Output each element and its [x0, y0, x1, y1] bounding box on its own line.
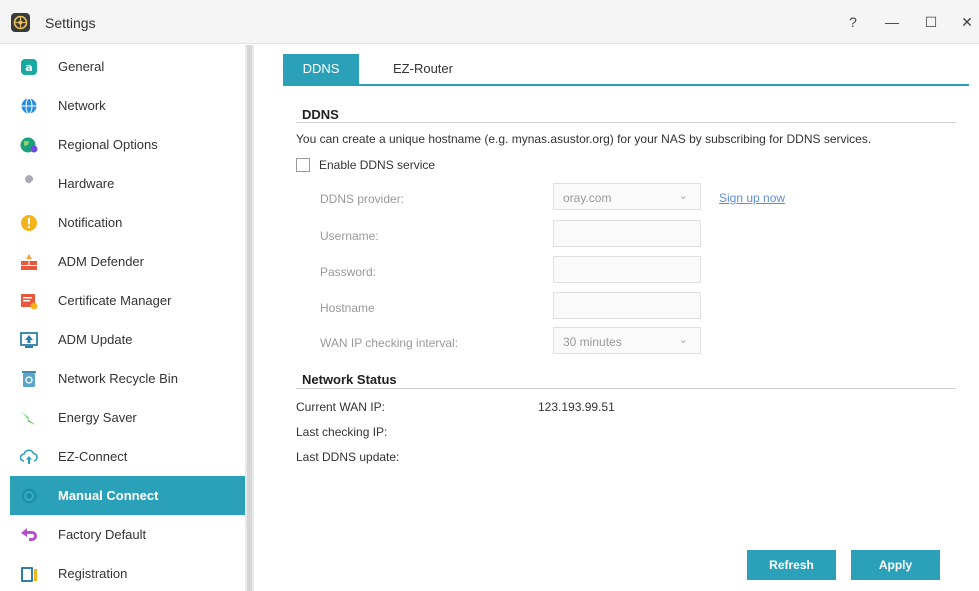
apply-button[interactable]: Apply [851, 550, 940, 580]
sidebar-item-label: ADM Defender [58, 254, 144, 269]
sidebar-item-network-recycle-bin[interactable]: Network Recycle Bin [10, 359, 245, 398]
current-wan-ip-label: Current WAN IP: [296, 400, 385, 414]
sidebar-item-manual-connect[interactable]: Manual Connect [10, 476, 245, 515]
certificate-icon [21, 294, 38, 310]
title-bar: Settings ? — ☐ ✕ [0, 0, 979, 44]
password-label: Password: [320, 265, 377, 279]
wan-ip-interval-select[interactable]: 30 minutes ⌄ [553, 327, 701, 354]
help-button[interactable]: ? [841, 10, 865, 34]
registration-icon [21, 567, 37, 582]
chevron-down-icon: ⌄ [678, 190, 688, 202]
sidebar-item-label: Certificate Manager [58, 293, 172, 308]
energy-icon [22, 412, 36, 425]
settings-app-icon [11, 13, 30, 32]
sidebar-scrollbar-thumb[interactable] [247, 45, 252, 591]
sidebar-item-label: Energy Saver [58, 410, 137, 425]
ddns-provider-select[interactable]: oray.com ⌄ [553, 183, 701, 210]
hostname-label: Hostname [320, 301, 375, 315]
alert-icon [21, 215, 37, 231]
general-icon: a [21, 59, 37, 75]
sidebar-item-label: Manual Connect [58, 488, 159, 503]
wrench-icon [23, 175, 34, 190]
sidebar-item-hardware[interactable]: Hardware [10, 164, 245, 203]
sidebar-item-label: General [58, 59, 105, 74]
tab-ddns[interactable]: DDNS [283, 54, 359, 84]
maximize-button[interactable]: ☐ [919, 10, 943, 34]
sidebar-item-notification[interactable]: Notification [10, 203, 245, 242]
ddns-description: You can create a unique hostname (e.g. m… [296, 132, 872, 146]
network-status-title: Network Status [302, 372, 397, 387]
current-wan-ip-value: 123.193.99.51 [538, 400, 615, 414]
wan-ip-interval-label: WAN IP checking interval: [320, 336, 459, 350]
svg-text:a: a [25, 61, 32, 74]
minimize-button[interactable]: — [880, 10, 904, 34]
ddns-section-divider [296, 122, 956, 123]
ddns-provider-label: DDNS provider: [320, 192, 405, 206]
window-title: Settings [45, 15, 96, 31]
sidebar-item-label: Notification [58, 215, 123, 230]
enable-ddns-label: Enable DDNS service [319, 158, 436, 172]
update-icon [20, 332, 38, 348]
last-ddns-update-label: Last DDNS update: [296, 450, 400, 464]
wan-ip-interval-value: 30 minutes [563, 335, 622, 349]
undo-arrow-icon [21, 528, 37, 541]
last-checking-ip-label: Last checking IP: [296, 425, 388, 439]
enable-ddns-checkbox[interactable] [296, 158, 310, 172]
ddns-provider-value: oray.com [563, 191, 612, 205]
globe-icon [21, 98, 37, 114]
password-input[interactable] [553, 256, 701, 283]
sidebar-item-adm-update[interactable]: ADM Update [10, 320, 245, 359]
tab-ez-router[interactable]: EZ-Router [373, 54, 473, 84]
tab-underline [283, 84, 969, 86]
sidebar-item-adm-defender[interactable]: ADM Defender [10, 242, 245, 281]
recycle-bin-icon [22, 371, 36, 387]
sidebar-item-label: ADM Update [58, 332, 133, 347]
close-button[interactable]: ✕ [955, 10, 979, 34]
regional-globe-icon [20, 137, 38, 153]
main-panel: DDNS EZ-Router DDNS You can create a uni… [258, 45, 979, 591]
username-input[interactable] [553, 220, 701, 247]
sidebar-item-registration[interactable]: Registration [10, 554, 245, 591]
sidebar-item-label: Hardware [58, 176, 115, 191]
settings-sidebar: a General Network Regional Options Hardw… [0, 45, 245, 591]
sidebar-item-label: EZ-Connect [58, 449, 128, 464]
sidebar-item-label: Factory Default [58, 527, 147, 542]
sidebar-item-general[interactable]: a General [10, 47, 245, 86]
sidebar-item-ez-connect[interactable]: EZ-Connect [10, 437, 245, 476]
cloud-upload-icon [20, 449, 38, 464]
sidebar-item-label: Network [58, 98, 106, 113]
sidebar-item-label: Registration [58, 566, 128, 581]
ddns-section-title: DDNS [302, 107, 339, 122]
sidebar-item-energy-saver[interactable]: Energy Saver [10, 398, 245, 437]
firewall-icon [21, 254, 37, 270]
sidebar-item-label: Network Recycle Bin [58, 371, 178, 386]
sidebar-item-label: Regional Options [58, 137, 158, 152]
sign-up-link[interactable]: Sign up now [719, 191, 785, 205]
network-status-divider [296, 388, 956, 389]
sidebar-item-regional-options[interactable]: Regional Options [10, 125, 245, 164]
sidebar-item-network[interactable]: Network [10, 86, 245, 125]
hostname-input[interactable] [553, 292, 701, 319]
chevron-down-icon: ⌄ [678, 334, 688, 346]
sidebar-item-certificate-manager[interactable]: Certificate Manager [10, 281, 245, 320]
refresh-button[interactable]: Refresh [747, 550, 836, 580]
username-label: Username: [320, 229, 379, 243]
sidebar-item-factory-default[interactable]: Factory Default [10, 515, 245, 554]
manual-connect-icon [21, 488, 37, 504]
